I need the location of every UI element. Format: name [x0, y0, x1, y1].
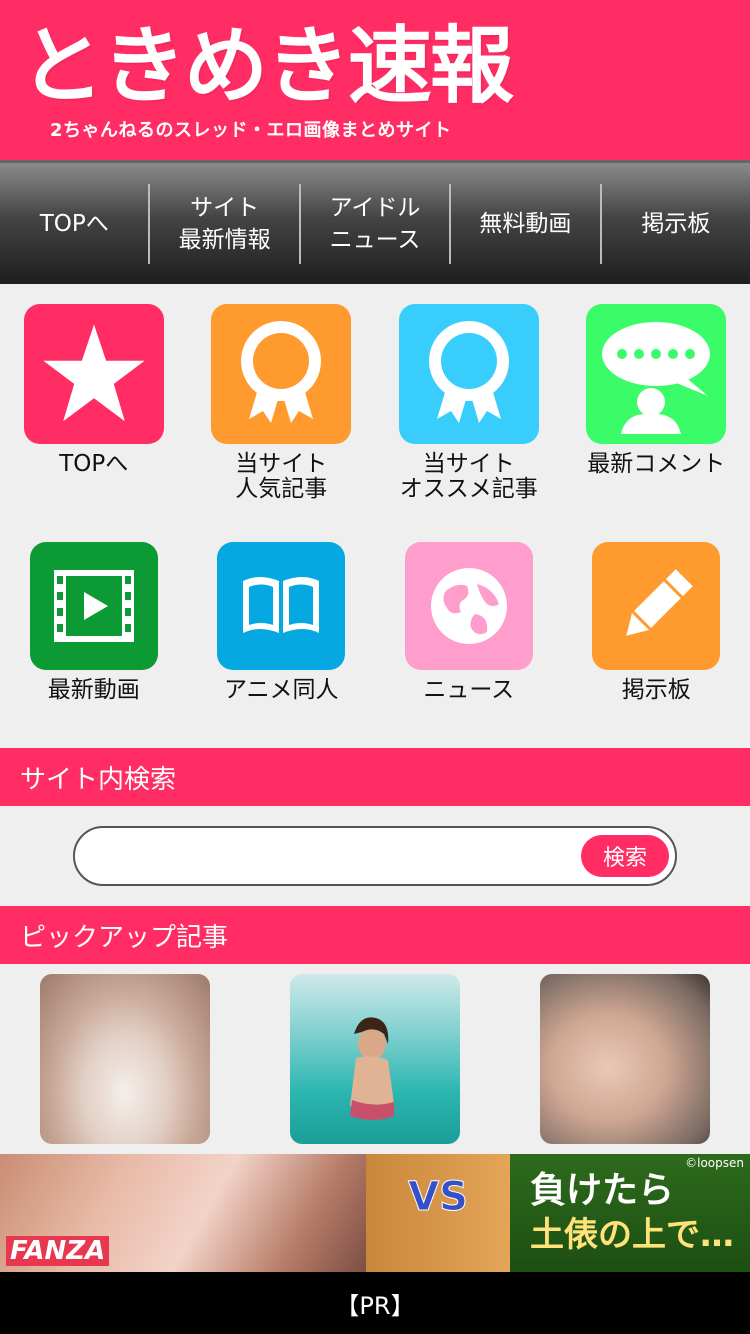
nav-item-bbs[interactable]: 掲示板	[602, 184, 750, 264]
fanza-logo: FANZA	[6, 1236, 110, 1266]
globe-icon[interactable]	[404, 542, 533, 670]
search-button[interactable]: 検索	[581, 835, 669, 877]
menu-latest-video[interactable]: 最新動画	[0, 542, 188, 748]
menu-label: TOPへ	[59, 451, 129, 477]
menu-label: アニメ同人	[223, 677, 339, 703]
site-logo[interactable]: ときめき速報	[20, 16, 514, 116]
menu-bbs[interactable]: 掲示板	[563, 542, 750, 748]
menu-label: ニュース	[423, 677, 515, 703]
search-area: 検索	[0, 806, 750, 906]
film-icon[interactable]	[29, 542, 158, 670]
site-header: ときめき速報 2ちゃんねるのスレッド・エロ画像まとめサイト	[0, 0, 750, 160]
pickup-thumbnail[interactable]	[540, 974, 710, 1144]
comment-icon[interactable]	[586, 304, 727, 444]
nav-item-top[interactable]: TOPへ	[0, 183, 151, 264]
ad-banner[interactable]: FANZA VS 負けたら 土俵の上で… ©loopsen	[0, 1154, 750, 1272]
nav-item-free-video[interactable]: 無料動画	[451, 183, 602, 264]
ribbon-icon[interactable]	[398, 304, 539, 444]
search-input[interactable]	[95, 836, 575, 876]
pencil-icon[interactable]	[592, 542, 721, 670]
ad-line1: 負けたら	[530, 1170, 675, 1211]
ad-text: 負けたら 土俵の上で…	[510, 1154, 750, 1272]
book-icon[interactable]	[217, 542, 346, 670]
award-icon[interactable]	[211, 304, 352, 444]
menu-recommend[interactable]: 当サイト オススメ記事	[375, 304, 563, 542]
site-subtitle: 2ちゃんねるのスレッド・エロ画像まとめサイト	[50, 120, 452, 141]
menu-latest-comments[interactable]: 最新コメント	[563, 304, 750, 542]
pickup-thumbnail[interactable]	[40, 974, 210, 1144]
pickup-articles	[0, 964, 750, 1180]
search-section-title: サイト内検索	[0, 748, 750, 806]
icon-menu: TOPへ 当サイト 人気記事 当サイト オススメ記事 最新コメント 最新動画 ア…	[0, 284, 750, 748]
star-icon[interactable]	[23, 304, 164, 444]
global-nav: TOPへ サイト 最新情報 アイドル ニュース 無料動画 掲示板	[0, 160, 750, 284]
menu-label: 当サイト オススメ記事	[399, 451, 538, 502]
search-box: 検索	[73, 826, 677, 886]
menu-popular[interactable]: 当サイト 人気記事	[188, 304, 376, 542]
menu-label: 掲示板	[621, 677, 691, 703]
ad-vs-text: VS	[408, 1174, 469, 1221]
pr-label[interactable]: 【PR】	[0, 1272, 750, 1334]
menu-news[interactable]: ニュース	[375, 542, 563, 748]
pickup-thumbnail[interactable]	[290, 974, 460, 1144]
ad-line2: 土俵の上で…	[530, 1215, 734, 1255]
menu-label: 当サイト 人気記事	[235, 451, 328, 502]
menu-label: 最新コメント	[587, 451, 726, 477]
ad-image-left[interactable]: FANZA	[0, 1154, 366, 1272]
menu-label: 最新動画	[47, 677, 140, 703]
nav-item-idol-news[interactable]: アイドル ニュース	[301, 183, 452, 264]
menu-anime[interactable]: アニメ同人	[188, 542, 376, 748]
nav-item-site-news[interactable]: サイト 最新情報	[150, 183, 301, 264]
ad-copyright: ©loopsen	[685, 1156, 744, 1170]
menu-top[interactable]: TOPへ	[0, 304, 188, 542]
ad-vs-panel: VS	[366, 1154, 510, 1272]
ad-image-right[interactable]: VS 負けたら 土俵の上で…	[366, 1154, 750, 1272]
pickup-section-title: ピックアップ記事	[0, 906, 750, 964]
